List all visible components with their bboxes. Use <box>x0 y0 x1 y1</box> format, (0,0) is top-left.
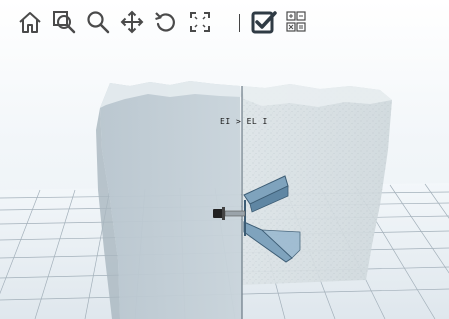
fullscreen-button[interactable] <box>186 8 214 36</box>
section-grid-icon <box>286 11 306 32</box>
magnifier-icon <box>87 11 110 34</box>
section-button[interactable] <box>282 8 310 36</box>
3d-scene[interactable] <box>0 0 449 319</box>
viewer-toolbar <box>0 0 449 44</box>
home-button[interactable] <box>16 8 44 36</box>
select-button[interactable] <box>250 8 278 36</box>
rotate-icon <box>155 12 175 32</box>
model-annotation-label: EI > EL I <box>220 117 268 126</box>
move-arrows-icon <box>120 10 144 34</box>
pan-button[interactable] <box>118 8 146 36</box>
home-icon <box>19 12 41 33</box>
checkbox-checked-icon <box>251 11 277 34</box>
rotate-button[interactable] <box>152 8 180 36</box>
3d-viewer[interactable]: EI > EL I <box>0 0 449 319</box>
toolbar-separator <box>239 14 240 32</box>
zoom-window-button[interactable] <box>50 8 78 36</box>
zoom-button[interactable] <box>84 8 112 36</box>
fullscreen-icon <box>190 12 210 32</box>
zoom-window-icon <box>53 11 76 34</box>
wall-right-block[interactable] <box>242 84 392 285</box>
